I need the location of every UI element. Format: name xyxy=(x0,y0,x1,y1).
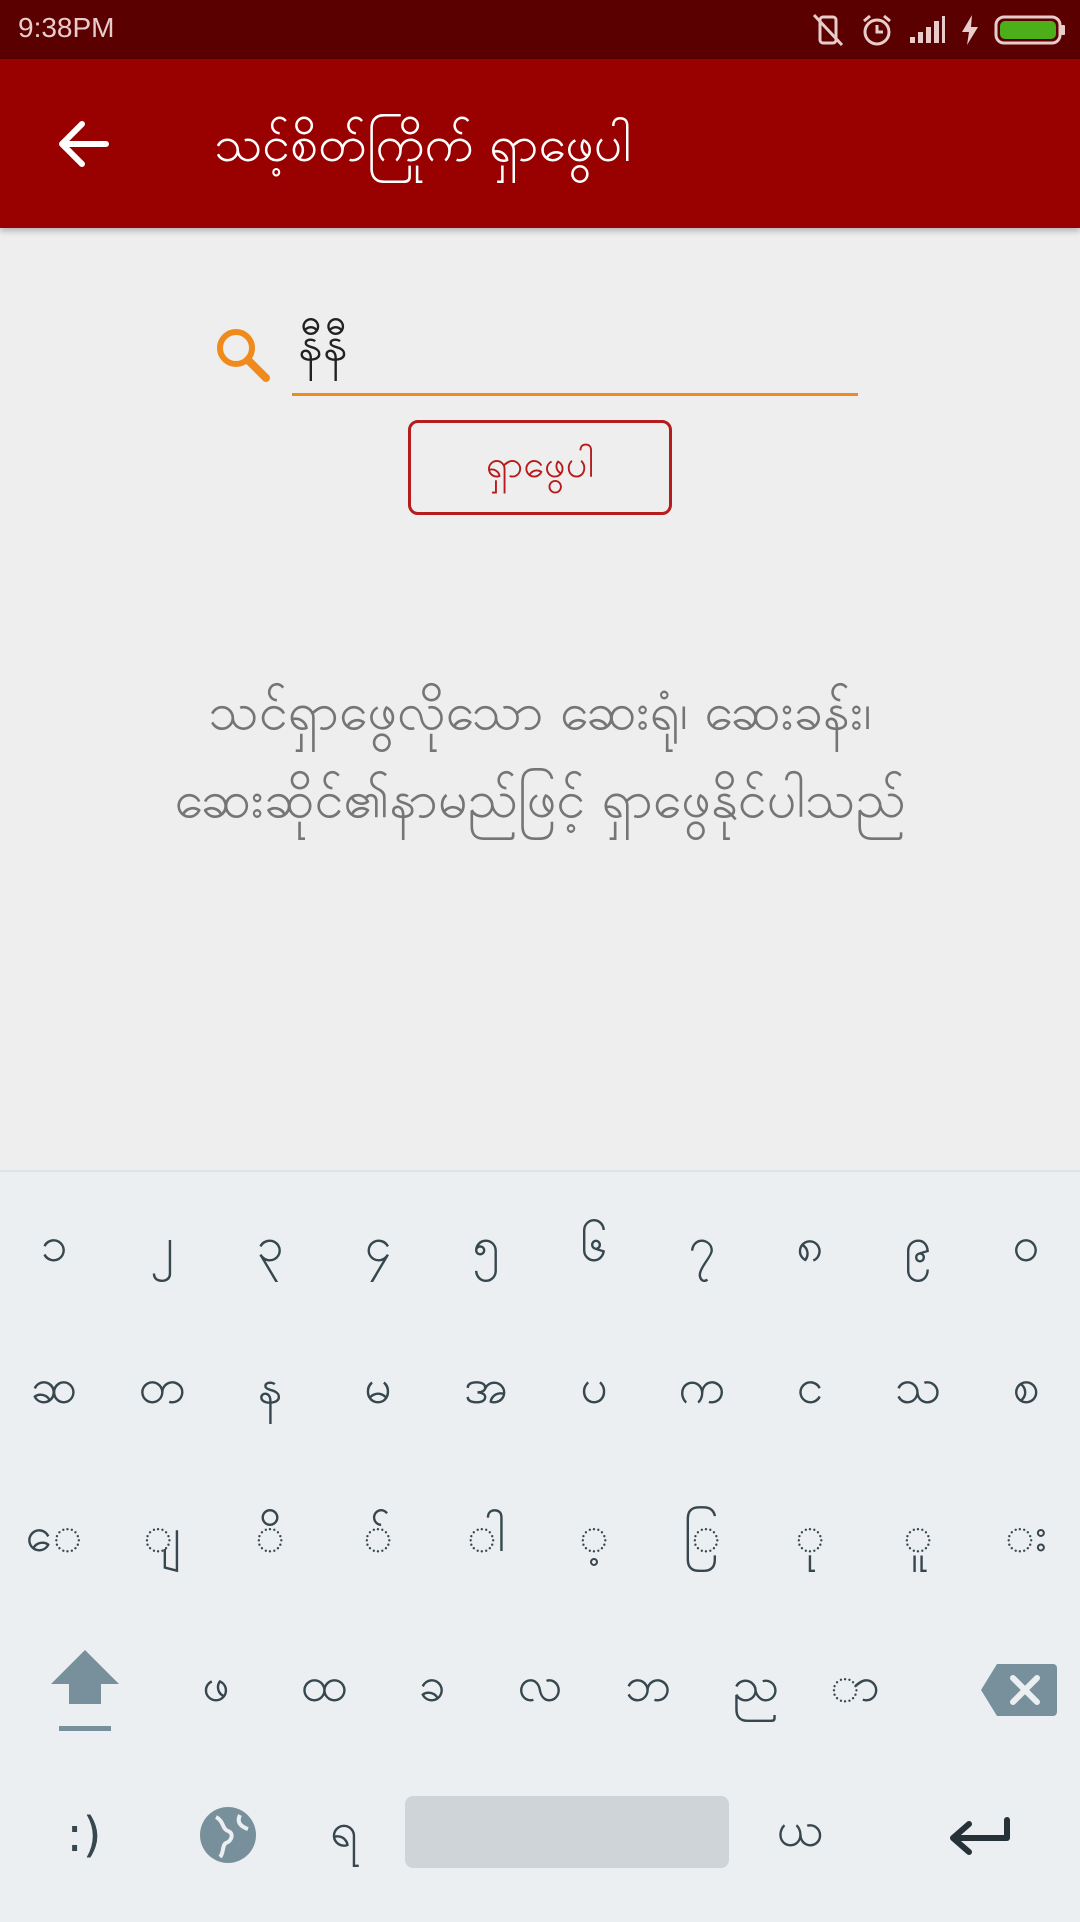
key[interactable]: ု xyxy=(756,1470,864,1610)
language-key[interactable] xyxy=(180,1765,276,1905)
battery-icon xyxy=(994,15,1065,45)
key[interactable]: း xyxy=(972,1470,1080,1610)
key[interactable]: ၂ xyxy=(108,1180,216,1320)
vibrate-off-icon xyxy=(812,13,844,47)
globe-icon xyxy=(200,1807,256,1863)
key[interactable]: ပ xyxy=(540,1322,648,1462)
key[interactable]: သ xyxy=(864,1322,972,1462)
key[interactable]: ့ xyxy=(540,1470,648,1610)
key[interactable]: ူ xyxy=(864,1470,972,1610)
shift-arrow-icon xyxy=(51,1650,119,1731)
key[interactable]: ဘ xyxy=(594,1620,702,1760)
key[interactable]: ထ xyxy=(270,1620,378,1760)
key[interactable]: ခ xyxy=(378,1620,486,1760)
key[interactable]: ၃ xyxy=(216,1180,324,1320)
key[interactable]: ် xyxy=(324,1470,432,1610)
key[interactable]: ါ xyxy=(432,1470,540,1610)
key[interactable]: ယ xyxy=(746,1765,854,1905)
key[interactable]: စ xyxy=(972,1322,1080,1462)
alarm-icon xyxy=(863,14,891,46)
status-bar: 9:38PM xyxy=(0,0,1080,59)
key[interactable]: ၅ xyxy=(432,1180,540,1320)
search-button[interactable]: ရှာဖွေပါ xyxy=(408,420,672,515)
search-icon xyxy=(217,329,270,382)
key[interactable]: ၄ xyxy=(324,1180,432,1320)
back-button[interactable] xyxy=(52,112,116,176)
backspace-key[interactable] xyxy=(964,1620,1074,1760)
key[interactable]: ၈ xyxy=(756,1180,864,1320)
space-key[interactable] xyxy=(405,1796,729,1868)
key[interactable]: လ xyxy=(486,1620,594,1760)
key[interactable]: ရ xyxy=(290,1765,398,1905)
key[interactable]: ိ xyxy=(216,1470,324,1610)
enter-icon xyxy=(950,1817,1010,1855)
arrow-left-icon xyxy=(59,121,109,167)
key[interactable]: ျ xyxy=(108,1470,216,1610)
enter-key[interactable] xyxy=(920,1765,1040,1905)
key[interactable]: ၀ xyxy=(972,1180,1080,1320)
key[interactable]: ည xyxy=(702,1620,810,1760)
key[interactable]: င xyxy=(756,1322,864,1462)
keyboard-row-3: ေ ျ ိ ် ါ ့ ြ ု ူ း xyxy=(0,1470,1080,1610)
key[interactable]: အ xyxy=(432,1322,540,1462)
key[interactable]: တ xyxy=(108,1322,216,1462)
search-hint: သင်ရှာဖွေလိုသော ဆေးရုံ၊ ဆေးခန်း၊ ဆေးဆိုင… xyxy=(40,668,1040,844)
keyboard-row-2: ဆ တ န မ အ ပ က င သ စ xyxy=(0,1322,1080,1462)
key[interactable]: ၁ xyxy=(0,1180,108,1320)
keyboard-row-4: ဖ ထ ခ လ ဘ ည ာ xyxy=(0,1620,1080,1760)
hint-line-2: ဆေးဆိုင်၏နာမည်ဖြင့် ရှာဖွေနိုင်ပါသည် xyxy=(174,770,906,830)
key[interactable]: ဖ xyxy=(162,1620,270,1760)
key[interactable]: မ xyxy=(324,1322,432,1462)
key[interactable]: က xyxy=(648,1322,756,1462)
hint-line-1: သင်ရှာဖွေလိုသော ဆေးရုံ၊ ဆေးခန်း၊ xyxy=(208,682,872,742)
search-button-label: ရှာဖွေပါ xyxy=(485,441,595,486)
key[interactable]: ဆ xyxy=(0,1322,108,1462)
status-time: 9:38PM xyxy=(18,12,115,43)
search-input[interactable] xyxy=(292,304,858,396)
app-bar: သင့်စိတ်ကြိုက် ရှာဖွေပါ xyxy=(0,59,1080,228)
key[interactable]: ၇ xyxy=(648,1180,756,1320)
keyboard-row-1: ၁ ၂ ၃ ၄ ၅ ၆ ၇ ၈ ၉ ၀ xyxy=(0,1180,1080,1320)
charging-icon xyxy=(962,15,978,45)
key[interactable]: န xyxy=(216,1322,324,1462)
key[interactable]: ၉ xyxy=(864,1180,972,1320)
key[interactable]: ာ xyxy=(810,1620,900,1760)
backspace-icon xyxy=(981,1664,1057,1716)
key[interactable]: ေ xyxy=(0,1470,108,1610)
shift-key[interactable] xyxy=(30,1620,140,1760)
page-title: သင့်စိတ်ကြိုက် ရှာဖွေပါ xyxy=(214,115,632,173)
key[interactable]: ၆ xyxy=(540,1180,648,1320)
emoji-key[interactable]: :) xyxy=(30,1765,138,1905)
key[interactable]: ြ xyxy=(648,1470,756,1610)
signal-icon xyxy=(910,16,945,43)
